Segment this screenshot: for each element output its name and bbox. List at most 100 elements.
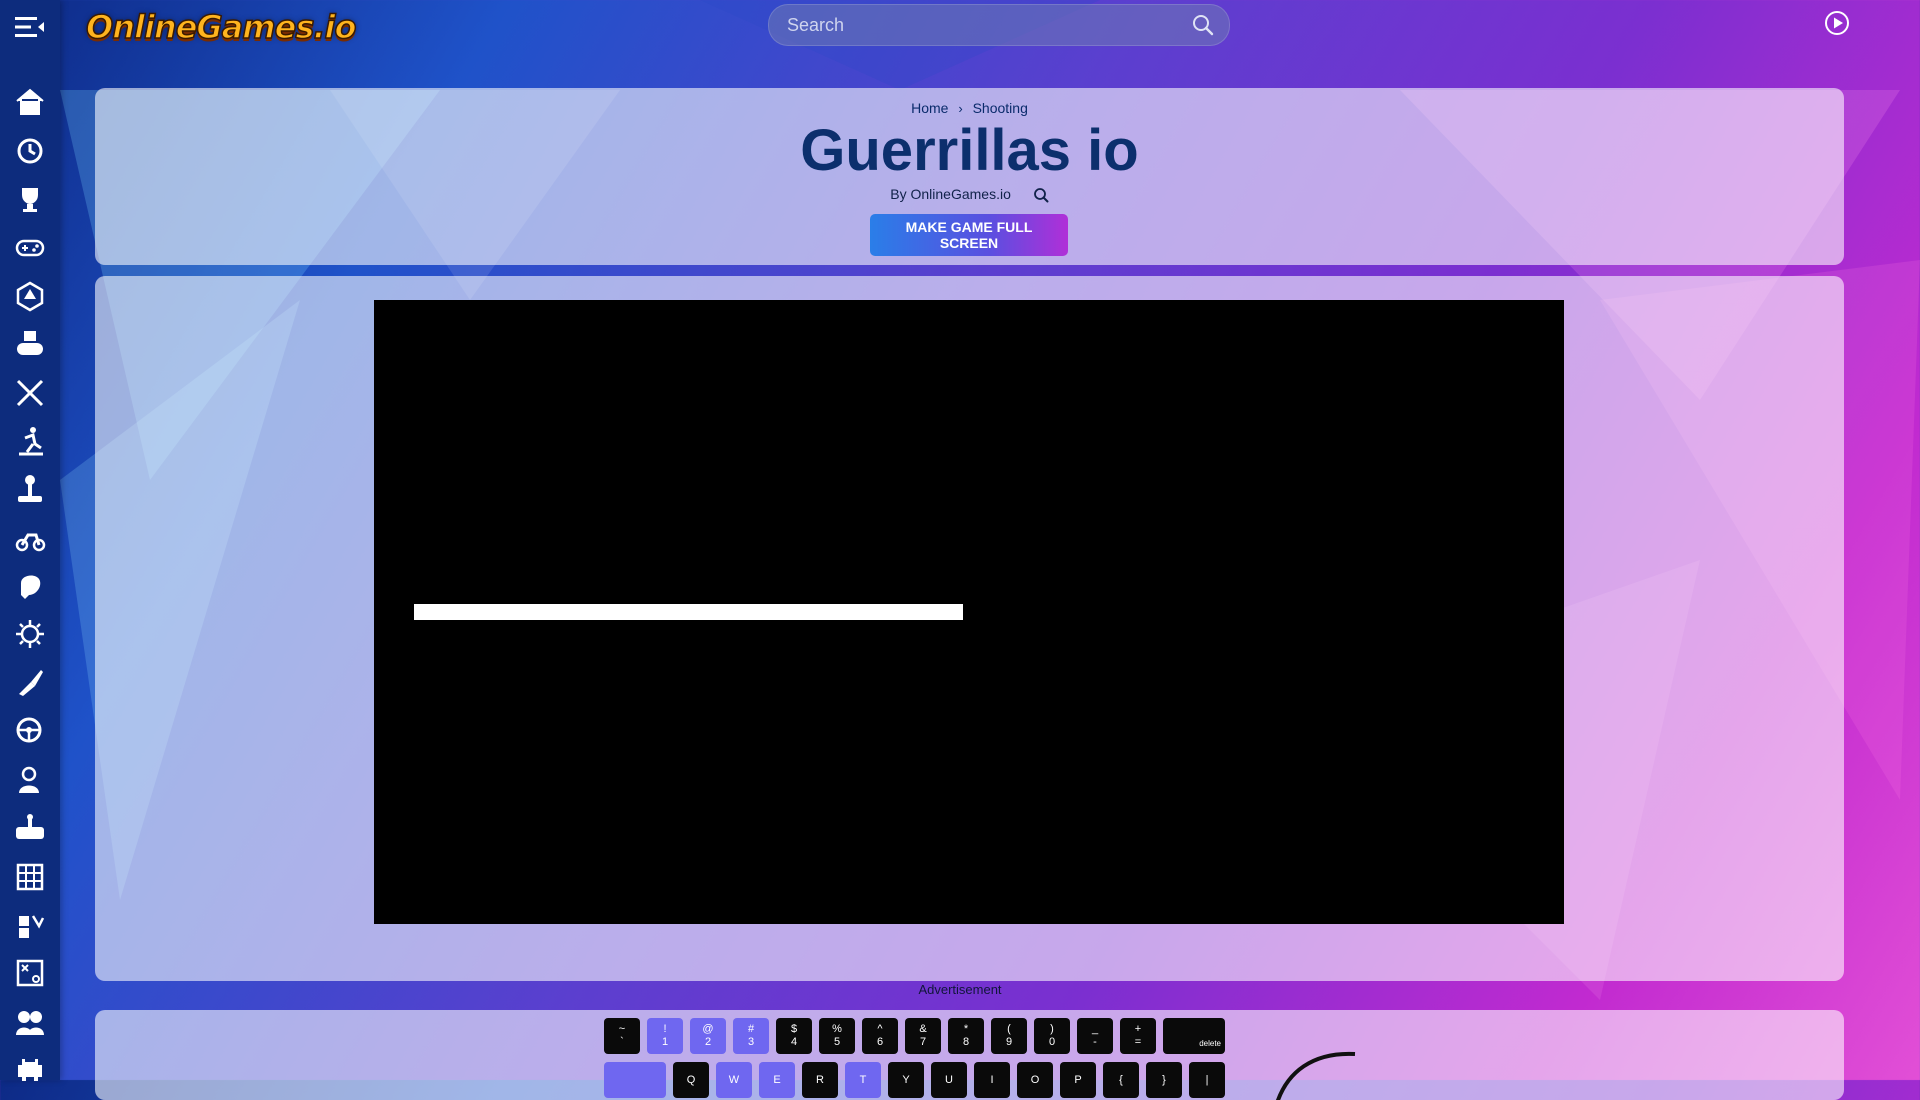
key-label: 7 <box>919 1036 927 1048</box>
controller-icon <box>17 331 43 356</box>
key-tab <box>604 1062 666 1098</box>
key-e: E <box>759 1062 795 1098</box>
key-shift-label: @ <box>702 1023 714 1035</box>
key-label: E <box>773 1073 781 1086</box>
author-text: By OnlineGames.io <box>890 186 1011 202</box>
key-8: * 8 <box>948 1018 984 1054</box>
fullscreen-button[interactable]: MAKE GAME FULL SCREEN <box>870 214 1068 256</box>
sidebar-item-puzzle[interactable] <box>0 755 60 803</box>
key-label: I <box>990 1073 994 1086</box>
sidebar-item-arcade-controller[interactable] <box>0 804 60 852</box>
sidebar-item-building[interactable] <box>0 852 60 900</box>
sidebar-item-dice[interactable] <box>0 272 60 320</box>
key-p: P <box>1060 1062 1096 1098</box>
key-label: | <box>1205 1073 1209 1086</box>
byline: By OnlineGames.io <box>95 186 1844 203</box>
key-shift-label: $ <box>790 1023 798 1035</box>
key-shift-label: ! <box>663 1023 667 1035</box>
key-label: 5 <box>833 1036 841 1048</box>
key-|: | <box>1189 1062 1225 1098</box>
motorbike-icon <box>15 533 46 551</box>
key-r: R <box>802 1062 838 1098</box>
key-y: Y <box>888 1062 924 1098</box>
puzzle-icon <box>19 766 39 793</box>
key-7: & 7 <box>905 1018 941 1054</box>
dice-icon <box>16 281 44 312</box>
keyboard-row-numbers: ~ `! 1 @2 #3 $4% 5 ^ 6 & 7 * 8(9) 0 _ - + = delete <box>604 1018 1225 1054</box>
breadcrumb-category-link[interactable]: Shooting <box>973 100 1028 116</box>
keyboard-row-qwerty: Q W E R T Y U I O P {} | <box>604 1062 1225 1098</box>
sidebar-item-virus[interactable] <box>0 610 60 658</box>
key-label: Q <box>686 1073 696 1086</box>
key-2: @2 <box>690 1018 726 1054</box>
key-o: O <box>1017 1062 1053 1098</box>
search-icon[interactable] <box>1191 13 1215 37</box>
loading-bar <box>414 604 1222 620</box>
key-3: #3 <box>733 1018 769 1054</box>
key-5: % 5 <box>819 1018 855 1054</box>
key-4: $4 <box>776 1018 812 1054</box>
key-label: 9 <box>1005 1036 1013 1048</box>
key-w: W <box>716 1062 752 1098</box>
sidebar-item-gamepad[interactable] <box>0 223 60 271</box>
sidebar-item-multiplayer[interactable] <box>0 997 60 1045</box>
key-`: ~ ` <box>604 1018 640 1054</box>
multiplayer-icon <box>16 1010 44 1035</box>
sidebar-item-trophy[interactable] <box>0 175 60 223</box>
runner-icon <box>19 426 43 456</box>
sidebar-item-controller[interactable] <box>0 320 60 368</box>
gamepad-icon <box>15 240 45 257</box>
sidebar-item-crossed-swords[interactable] <box>0 368 60 416</box>
steering-wheel-icon <box>16 717 42 743</box>
key-label: 6 <box>876 1036 884 1048</box>
key-{: { <box>1103 1062 1139 1098</box>
key-label: 2 <box>704 1036 712 1048</box>
key-label: 4 <box>790 1036 798 1048</box>
game-canvas[interactable] <box>374 300 1564 924</box>
game-header: Home › Shooting Guerrillas io By OnlineG… <box>95 88 1844 265</box>
sidebar-item-history[interactable] <box>0 126 60 174</box>
menu-toggle-icon[interactable] <box>13 14 47 40</box>
sidebar-item-joystick[interactable] <box>0 465 60 513</box>
crossed-swords-icon <box>16 379 44 406</box>
key-label: } <box>1162 1073 1166 1086</box>
key-0: ) 0 <box>1034 1018 1070 1054</box>
key-label: = <box>1134 1036 1142 1048</box>
magnifier-icon[interactable] <box>1033 187 1049 203</box>
sidebar-item-motorbike[interactable] <box>0 514 60 562</box>
key-9: (9 <box>991 1018 1027 1054</box>
search-input[interactable] <box>785 13 1169 37</box>
key-label: Y <box>902 1073 910 1086</box>
sidebar-item-minecraft[interactable] <box>0 901 60 949</box>
key-label: { <box>1119 1073 1123 1086</box>
key-shift-label: _ <box>1091 1023 1099 1035</box>
sidebar-item-steering-wheel[interactable] <box>0 707 60 755</box>
sidebar-item-space-invader[interactable] <box>0 1046 60 1094</box>
key-shift-label: ) <box>1050 1023 1054 1035</box>
key-label: 1 <box>661 1036 669 1048</box>
page-title: Guerrillas io <box>800 118 1139 183</box>
site-logo[interactable]: OnlineGames.io <box>85 4 357 50</box>
space-invader-icon <box>18 1059 42 1081</box>
search-bar[interactable] <box>768 4 1230 46</box>
key-1: ! 1 <box>647 1018 683 1054</box>
sidebar-item-brush[interactable] <box>0 659 60 707</box>
trophy-icon <box>22 187 38 212</box>
home-icon <box>16 88 44 116</box>
key-shift-label: * <box>963 1023 969 1035</box>
boxing-icon <box>21 575 41 600</box>
key-=: + = <box>1120 1018 1156 1054</box>
breadcrumb-home-link[interactable]: Home <box>911 100 948 116</box>
key-shift-label: & <box>919 1023 927 1035</box>
key-6: ^ 6 <box>862 1018 898 1054</box>
sidebar-item-boxing[interactable] <box>0 562 60 610</box>
key-label: - <box>1093 1036 1097 1048</box>
sidebar-item-home[interactable] <box>0 78 60 126</box>
key-label: W <box>728 1073 740 1086</box>
brush-icon <box>19 669 43 696</box>
key-delete: delete <box>1163 1018 1225 1054</box>
sidebar-item-runner[interactable] <box>0 417 60 465</box>
play-icon[interactable] <box>1824 10 1850 36</box>
key-q: Q <box>673 1062 709 1098</box>
key-label: P <box>1074 1073 1082 1086</box>
